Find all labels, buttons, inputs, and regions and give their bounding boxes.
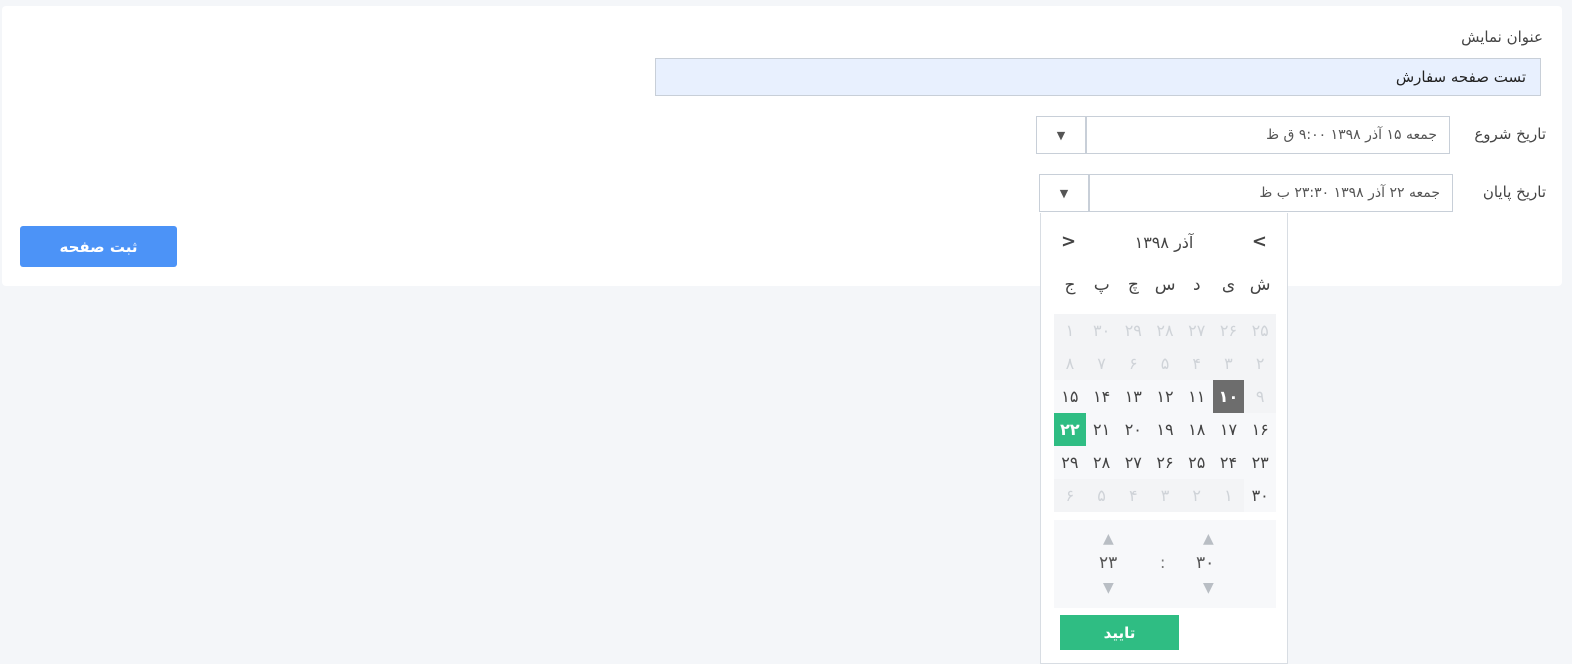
weekday-label: ی	[1221, 275, 1236, 295]
chevron-down-icon: ▼	[1056, 128, 1066, 142]
hour-down-arrow-icon[interactable]: ▼	[1103, 580, 1114, 596]
start-date-field[interactable]: جمعه ۱۵ آذر ۱۳۹۸ ۹:۰۰ ق ظ	[1086, 116, 1450, 154]
day-cell[interactable]: ۲۸	[1149, 314, 1181, 347]
minute-down-arrow-icon[interactable]: ▼	[1203, 580, 1214, 596]
day-cell[interactable]: ۱	[1054, 314, 1086, 347]
day-grid: ۲۵ ۲۶ ۲۷ ۲۸ ۲۹ ۳۰ ۱ ۲ ۳ ۴ ۵ ۶ ۷ ۸ ۹ ۱۰ ۱…	[1054, 314, 1276, 512]
day-cell[interactable]: ۳	[1212, 347, 1245, 380]
day-cell[interactable]: ۱۹	[1149, 413, 1181, 446]
minute-value: ۳۰	[1196, 553, 1215, 573]
next-month-button[interactable]: >	[1061, 231, 1076, 252]
day-cell[interactable]: ۱۱	[1181, 380, 1213, 413]
day-cell[interactable]: ۲۹	[1054, 446, 1086, 479]
chevron-down-icon: ▼	[1059, 186, 1069, 200]
day-cell[interactable]: ۱۸	[1181, 413, 1213, 446]
hour-value: ۲۳	[1099, 553, 1118, 573]
end-date-value: جمعه ۲۲ آذر ۱۳۹۸ ۲۳:۳۰ ب ظ	[1259, 185, 1440, 201]
day-cell[interactable]: ۲۵	[1244, 314, 1276, 347]
minute-up-arrow-icon[interactable]: ▲	[1203, 531, 1214, 547]
day-cell-current[interactable]: ۱۰	[1212, 380, 1245, 413]
day-cell[interactable]: ۵	[1085, 479, 1118, 512]
day-cell[interactable]: ۲۶	[1212, 314, 1245, 347]
display-title-input[interactable]	[655, 58, 1541, 96]
day-cell[interactable]: ۳۰	[1085, 314, 1118, 347]
day-cell[interactable]: ۹	[1244, 380, 1276, 413]
weekday-label: پ	[1093, 275, 1110, 295]
day-cell[interactable]: ۱	[1212, 479, 1245, 512]
day-cell[interactable]: ۲۷	[1180, 314, 1213, 347]
end-date-label: تاریخ پایان	[1482, 183, 1546, 201]
day-cell[interactable]: ۳۰	[1244, 479, 1276, 512]
end-date-dropdown-button[interactable]: ▼	[1039, 174, 1089, 212]
end-date-field[interactable]: جمعه ۲۲ آذر ۱۳۹۸ ۲۳:۳۰ ب ظ	[1089, 174, 1453, 212]
weekday-label: چ	[1127, 275, 1139, 295]
day-cell[interactable]: ۲۰	[1117, 413, 1149, 446]
day-cell[interactable]: ۴	[1180, 347, 1213, 380]
start-date-label: تاریخ شروع	[1474, 125, 1546, 143]
day-cell[interactable]: ۲۸	[1086, 446, 1118, 479]
day-cell[interactable]: ۵	[1149, 347, 1181, 380]
hour-up-arrow-icon[interactable]: ▲	[1103, 531, 1114, 547]
prev-month-button[interactable]: <	[1252, 231, 1267, 252]
day-cell[interactable]: ۱۵	[1054, 380, 1086, 413]
day-cell[interactable]: ۸	[1054, 347, 1086, 380]
day-cell[interactable]: ۱۴	[1086, 380, 1118, 413]
day-cell-selected[interactable]: ۲۲	[1054, 413, 1086, 446]
day-cell[interactable]: ۲۴	[1213, 446, 1245, 479]
day-cell[interactable]: ۱۳	[1117, 380, 1149, 413]
time-separator: :	[1160, 553, 1166, 572]
day-cell[interactable]: ۲۳	[1244, 446, 1276, 479]
month-title: آذر ۱۳۹۸	[1134, 233, 1194, 252]
day-cell[interactable]: ۳	[1149, 479, 1181, 512]
time-selector: ▲ ۳۰ ▼ : ▲ ۲۳ ▼	[1054, 520, 1276, 608]
day-cell[interactable]: ۲۷	[1117, 446, 1149, 479]
date-picker-popup: < آذر ۱۳۹۸ > ش ی د س چ پ ج ۲۵ ۲۶ ۲۷ ۲۸ ۲…	[1040, 213, 1288, 664]
day-cell[interactable]: ۲۱	[1086, 413, 1118, 446]
day-cell[interactable]: ۱۲	[1149, 380, 1181, 413]
day-cell[interactable]: ۷	[1085, 347, 1118, 380]
submit-page-button[interactable]: ثبت صفحه	[20, 226, 177, 267]
day-cell[interactable]: ۲	[1244, 347, 1276, 380]
day-cell[interactable]: ۲۹	[1117, 314, 1150, 347]
weekday-label: س	[1154, 275, 1176, 295]
confirm-button[interactable]: تایید	[1060, 615, 1179, 650]
day-cell[interactable]: ۲۵	[1181, 446, 1213, 479]
day-cell[interactable]: ۲۶	[1149, 446, 1181, 479]
day-cell[interactable]: ۶	[1117, 347, 1150, 380]
weekday-label: ج	[1064, 275, 1076, 295]
day-cell[interactable]: ۱۷	[1213, 413, 1245, 446]
weekday-header: ش ی د س چ پ ج	[1054, 275, 1276, 295]
day-cell[interactable]: ۱۶	[1244, 413, 1276, 446]
start-date-dropdown-button[interactable]: ▼	[1036, 116, 1086, 154]
day-cell[interactable]: ۴	[1117, 479, 1150, 512]
display-title-label: عنوان نمایش	[1461, 28, 1543, 46]
weekday-label: ش	[1249, 275, 1271, 295]
day-cell[interactable]: ۲	[1180, 479, 1213, 512]
weekday-label: د	[1192, 275, 1201, 295]
day-cell[interactable]: ۶	[1054, 479, 1086, 512]
start-date-value: جمعه ۱۵ آذر ۱۳۹۸ ۹:۰۰ ق ظ	[1266, 127, 1437, 143]
